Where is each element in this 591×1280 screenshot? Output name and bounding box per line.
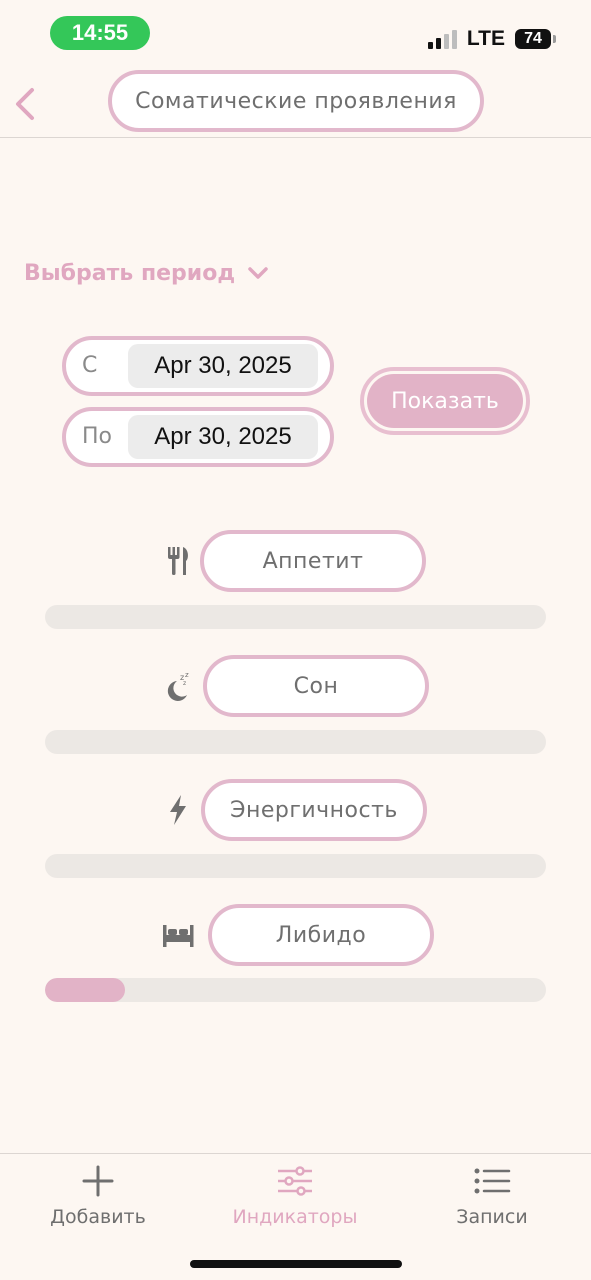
svg-text:z: z [183, 680, 186, 687]
list-icon [474, 1168, 511, 1194]
date-to-field: По Apr 30, 2025 [62, 407, 334, 467]
lightning-icon [163, 793, 193, 827]
tab-indicators[interactable]: Индикаторы [215, 1164, 375, 1234]
svg-text:z: z [185, 671, 189, 679]
date-to-label: По [82, 424, 113, 449]
page-title: Соматические проявления [108, 70, 484, 132]
select-period-label: Выбрать период [24, 260, 236, 286]
sliders-icon [278, 1166, 312, 1196]
tab-add[interactable]: Добавить [18, 1164, 178, 1234]
tab-indicators-label: Индикаторы [232, 1206, 358, 1228]
moon-sleep-icon: z z z [163, 670, 193, 704]
home-indicator [190, 1260, 402, 1268]
battery-icon: 74 [515, 29, 556, 49]
status-time: 14:55 [50, 16, 150, 50]
date-to-picker[interactable]: Apr 30, 2025 [128, 415, 318, 459]
tab-records-label: Записи [456, 1206, 528, 1228]
signal-icon [427, 29, 457, 49]
appetite-level-bar [45, 605, 546, 629]
tab-bar-divider [0, 1153, 591, 1154]
select-period-toggle[interactable]: Выбрать период [24, 256, 269, 290]
fork-knife-icon [163, 544, 193, 578]
show-button[interactable]: Показать [360, 367, 530, 435]
bed-icon [161, 918, 195, 952]
indicator-libido[interactable]: Либидо [208, 904, 434, 966]
indicator-appetite[interactable]: Аппетит [200, 530, 426, 592]
indicator-energy[interactable]: Энергичность [201, 779, 427, 841]
sleep-level-bar [45, 730, 546, 754]
tab-records[interactable]: Записи [412, 1164, 572, 1234]
battery-level: 74 [524, 30, 542, 47]
libido-level-bar [45, 978, 546, 1002]
back-button[interactable] [12, 84, 42, 124]
show-button-label: Показать [367, 374, 523, 428]
date-from-field: С Apr 30, 2025 [62, 336, 334, 396]
network-label: LTE [466, 27, 505, 50]
tab-add-label: Добавить [50, 1206, 146, 1228]
libido-level-fill [45, 978, 126, 1002]
chevron-down-icon [248, 267, 268, 279]
date-from-picker[interactable]: Apr 30, 2025 [128, 344, 318, 388]
date-from-label: С [82, 353, 98, 378]
header-divider [0, 137, 591, 138]
chevron-left-icon [16, 88, 34, 120]
indicator-sleep[interactable]: Сон [203, 655, 429, 717]
energy-level-bar [45, 854, 546, 878]
plus-icon [82, 1165, 114, 1197]
status-indicators: LTE 74 [427, 26, 556, 52]
